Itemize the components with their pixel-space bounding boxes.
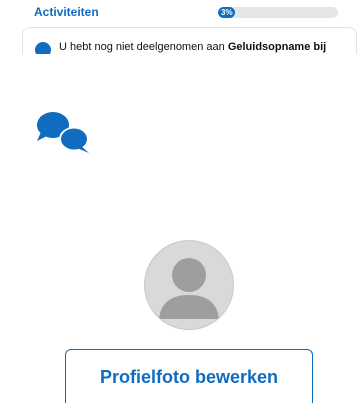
activities-progress-bar: 3% xyxy=(218,7,338,18)
progress-fill: 3% xyxy=(218,7,235,18)
info-icon xyxy=(35,42,51,54)
activities-title[interactable]: Activiteiten xyxy=(34,5,99,19)
page: Activiteiten 3% U hebt nog niet deelgeno… xyxy=(0,0,360,403)
chat-bubbles-icon[interactable] xyxy=(33,108,93,156)
profile-avatar[interactable] xyxy=(144,240,234,330)
notice-text-activity: Geluidsopname bij xyxy=(227,41,327,53)
edit-profile-photo-button[interactable]: Profielfoto bewerken xyxy=(65,349,313,403)
default-user-avatar-icon xyxy=(159,258,219,319)
activity-notice-card[interactable]: U hebt nog niet deelgenomen aan Geluidso… xyxy=(22,27,357,54)
edit-profile-photo-label: Profielfoto bewerken xyxy=(99,367,279,387)
notice-text: U hebt nog niet deelgenomen aan Geluidso… xyxy=(59,41,326,53)
progress-label: 3% xyxy=(221,8,233,17)
activities-header: Activiteiten 3% xyxy=(0,0,360,26)
notice-text-prefix: U hebt nog niet deelgenomen aan xyxy=(59,41,228,53)
